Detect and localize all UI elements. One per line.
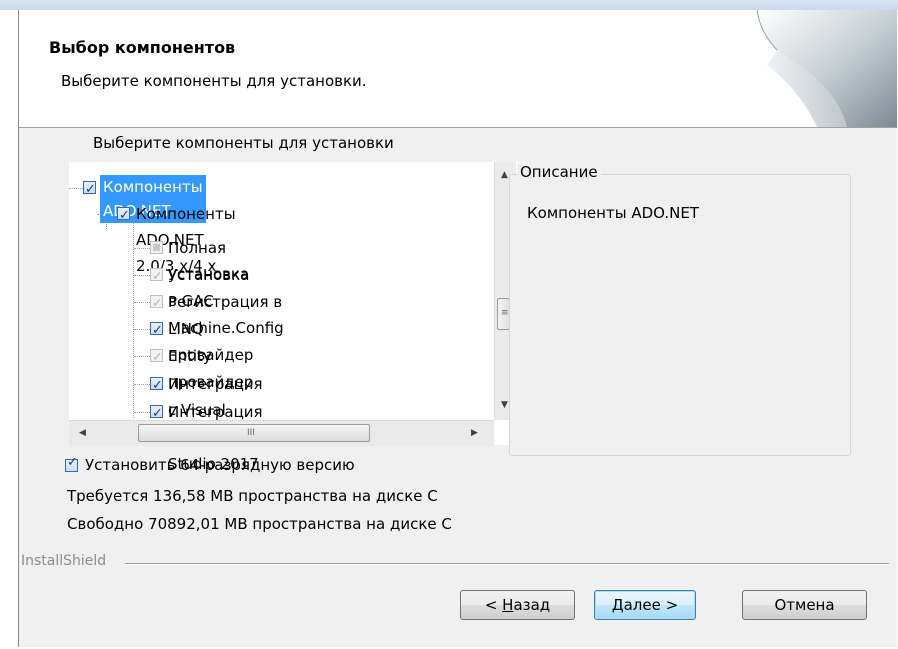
free-space-text: Свободно 70892,01 MB пространства на дис…	[67, 515, 452, 533]
horizontal-scroll-thumb[interactable]: III	[138, 424, 370, 442]
back-button[interactable]: < Назад	[460, 590, 575, 620]
description-text: Компоненты ADO.NET	[527, 204, 699, 222]
components-group-label: Выберите компоненты для установки	[93, 134, 394, 152]
tree-connector	[134, 384, 150, 385]
scroll-left-arrow-icon[interactable]: ◀	[79, 428, 86, 438]
checkbox-icon[interactable]	[150, 318, 163, 344]
x64-checkbox[interactable]	[65, 455, 78, 472]
tree-connector	[134, 412, 150, 413]
tree-connector	[134, 329, 150, 330]
header-banner: Выбор компонентов Выберите компоненты дл…	[19, 10, 897, 128]
page-subtitle: Выберите компоненты для установки.	[61, 72, 367, 90]
x64-label: Установить 64-разрядную версию	[85, 456, 355, 474]
components-tree[interactable]: − Компоненты ADO.NET Компоненты ADO.NET …	[69, 162, 524, 473]
grip-icon: ≡	[501, 308, 509, 318]
checkbox-icon[interactable]	[150, 241, 163, 254]
back-mnemonic: Н	[502, 596, 514, 614]
description-legend: Описание	[517, 163, 601, 181]
tree-connector	[133, 222, 134, 418]
scroll-up-arrow-icon[interactable]: ▲	[501, 170, 508, 180]
cancel-button[interactable]: Отмена	[742, 590, 867, 620]
tree-horizontal-scrollbar[interactable]: ◀ III ▶	[69, 420, 494, 446]
page-title: Выбор компонентов	[49, 38, 236, 57]
checkbox-icon[interactable]	[150, 264, 163, 290]
scroll-right-arrow-icon[interactable]: ▶	[471, 428, 478, 438]
tree-connector	[69, 188, 83, 189]
tree-connector	[134, 302, 150, 303]
required-space-text: Требуется 136,58 MB пространства на диск…	[67, 487, 438, 505]
dialog-body: Выбор компонентов Выберите компоненты дл…	[18, 10, 897, 647]
installshield-brand: InstallShield	[21, 553, 107, 569]
header-page-curl-graphic	[756, 10, 897, 127]
checkbox-icon[interactable]	[150, 345, 163, 371]
checkbox-icon[interactable]	[150, 373, 163, 399]
checkbox-icon[interactable]	[150, 401, 163, 427]
checkbox-icon[interactable]	[150, 291, 163, 317]
next-button[interactable]: Далее >	[594, 590, 696, 620]
back-button-label: < Назад	[484, 596, 551, 614]
checkbox-icon[interactable]	[83, 177, 96, 203]
tree-connector	[134, 356, 150, 357]
installer-window: Выбор компонентов Выберите компоненты дл…	[0, 0, 898, 649]
window-top-edge	[0, 0, 898, 10]
hscroll-grip: III	[247, 428, 255, 438]
checkbox-icon[interactable]	[117, 203, 130, 229]
scroll-down-arrow-icon[interactable]: ▼	[501, 400, 508, 410]
footer-separator	[125, 563, 889, 565]
